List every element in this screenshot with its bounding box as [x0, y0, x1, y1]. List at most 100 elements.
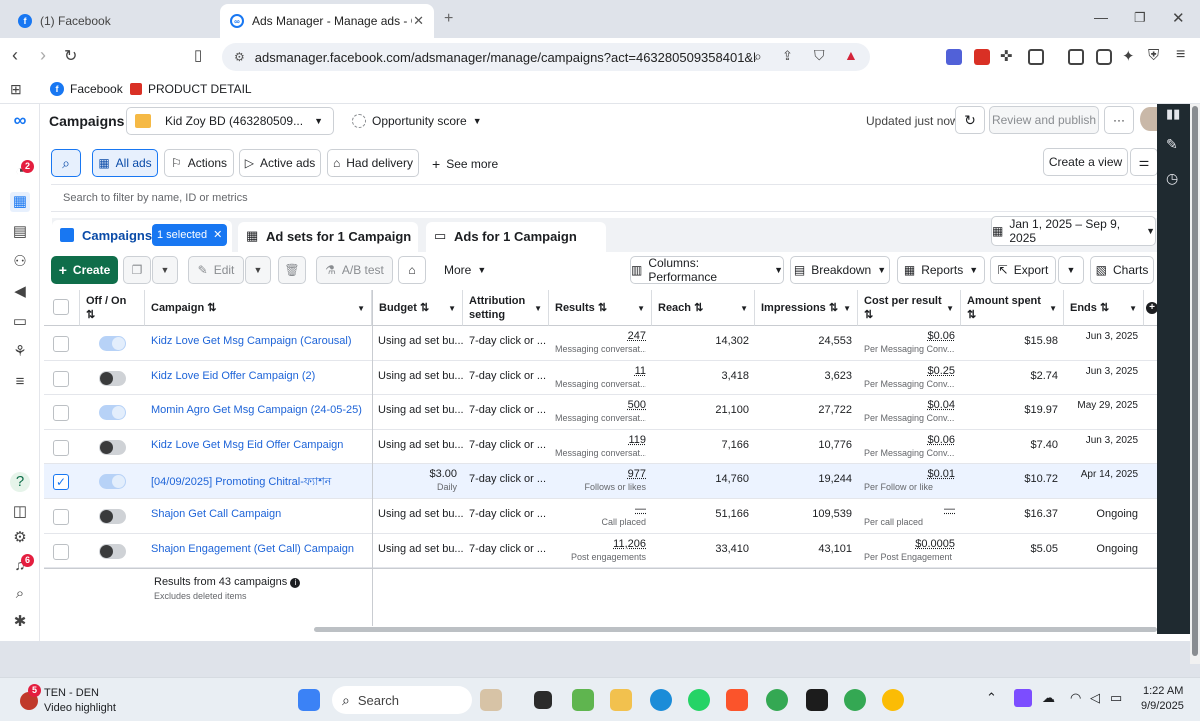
header-amount-spent[interactable]: Amount spent ⇅ ▼	[961, 290, 1064, 326]
campaign-toggle[interactable]	[99, 474, 126, 490]
columns-button[interactable]: ▥ Columns: Performance ▼	[630, 256, 784, 284]
minimize-icon[interactable]: —	[1094, 9, 1108, 25]
settings-icon[interactable]: ⚙	[10, 528, 30, 548]
tab-campaigns[interactable]: Campaigns 1 selected ✕	[52, 220, 232, 252]
chrome-profile-2-icon[interactable]	[882, 689, 904, 711]
campaign-toggle[interactable]	[99, 509, 126, 524]
header-onoff[interactable]: Off / On ⇅	[80, 290, 145, 326]
header-campaign[interactable]: Campaign ⇅ ▼	[145, 290, 372, 326]
row-checkbox[interactable]	[53, 405, 69, 422]
edit-button[interactable]: ✎ Edit	[188, 256, 244, 284]
cost-per-result-cell[interactable]: — Per call placed	[858, 499, 961, 533]
file-explorer-icon[interactable]	[610, 689, 632, 711]
leo-ai-icon[interactable]: ✦	[1122, 47, 1135, 65]
date-range-picker[interactable]: ▦ Jan 1, 2025 – Sep 9, 2025 ▼	[991, 216, 1156, 246]
cost-per-result-cell[interactable]: $0.01 Per Follow or like	[858, 464, 961, 498]
reload-icon[interactable]: ↻	[64, 46, 77, 66]
brave-rewards-icon[interactable]: ▲	[844, 47, 858, 63]
actions-filter[interactable]: ⚐ Actions	[164, 149, 234, 177]
clock-time[interactable]: 1:22 AM	[1143, 685, 1183, 697]
had-delivery-filter[interactable]: ⌂ Had delivery	[327, 149, 419, 177]
header-results[interactable]: Results ⇅ ▼	[549, 290, 652, 326]
bitwarden-icon[interactable]	[946, 49, 962, 65]
export-menu-button[interactable]: ▼	[1058, 256, 1084, 284]
reports-button[interactable]: ▦ Reports ▼	[897, 256, 985, 284]
row-checkbox[interactable]	[53, 509, 69, 525]
share-icon[interactable]: ⇪	[782, 48, 793, 64]
brave-shield-icon[interactable]: ⛉	[814, 47, 825, 64]
extensions-icon[interactable]: ✜	[1000, 47, 1013, 65]
chrome-profile-icon[interactable]	[844, 689, 866, 711]
windows-start-icon[interactable]	[298, 689, 320, 711]
widgets-icon[interactable]	[572, 689, 594, 711]
header-cost-per-result[interactable]: Cost per result ⇅ ▼	[858, 290, 961, 326]
active-ads-filter[interactable]: ▷ Active ads	[239, 149, 321, 177]
campaign-toggle[interactable]	[99, 543, 126, 559]
tab-facebook[interactable]: f (1) Facebook	[8, 4, 214, 38]
add-column-header[interactable]: +	[1144, 290, 1158, 326]
campaign-name-link[interactable]: [04/09/2025] Promoting Chitral-ফ্যাশন	[145, 464, 372, 498]
capcut-icon[interactable]	[806, 689, 828, 711]
create-view-button[interactable]: Create a view	[1043, 148, 1128, 176]
page-vertical-scrollbar[interactable]	[1190, 104, 1200, 664]
campaign-toggle[interactable]	[99, 336, 126, 351]
address-bar[interactable]: ⚙ adsmanager.facebook.com/adsmanager/man…	[222, 43, 870, 71]
select-all-checkbox[interactable]	[53, 299, 69, 315]
cost-per-result-cell[interactable]: $0.04 Per Messaging Conv...	[858, 395, 961, 429]
cost-per-result-cell[interactable]: $0.06 Per Messaging Conv...	[858, 430, 961, 464]
row-checkbox[interactable]: ✓	[53, 474, 69, 491]
row-checkbox[interactable]	[53, 439, 69, 456]
results-cell[interactable]: 119 Messaging conversat...	[549, 430, 652, 464]
results-cell[interactable]: 977 Follows or likes	[549, 464, 652, 498]
review-publish-button[interactable]: Review and publish	[989, 106, 1099, 134]
taskbar-search[interactable]: ⌕ Search	[332, 686, 472, 714]
see-more-filters[interactable]: + See more	[432, 156, 498, 172]
customize-button[interactable]: ⚌	[1130, 148, 1158, 176]
tab-ads-manager[interactable]: ∞ Ads Manager - Manage ads - Ca ✕	[220, 4, 434, 38]
billing-icon[interactable]: ▭	[10, 312, 30, 332]
cost-per-result-cell[interactable]: $0.25 Per Messaging Conv...	[858, 361, 961, 395]
more-actions-button[interactable]: More ▼	[444, 263, 486, 277]
refresh-button[interactable]: ↻	[955, 106, 985, 134]
campaigns-table-icon[interactable]: ▦	[10, 192, 30, 212]
vertical-scroll-thumb[interactable]	[1192, 106, 1198, 656]
campaign-name-link[interactable]: Shajon Get Call Campaign	[145, 499, 372, 533]
onedrive-icon[interactable]: ☁	[1042, 690, 1055, 706]
info-icon[interactable]: i	[290, 578, 301, 588]
advertising-icon[interactable]: ◀	[10, 282, 30, 302]
export-button[interactable]: ⇱ Export	[990, 256, 1056, 284]
reports-icon[interactable]: ▤	[10, 222, 30, 242]
zoom-icon[interactable]: ⌕	[754, 48, 762, 65]
table-row[interactable]: Shajon Engagement (Get Call) Campaign Usi…	[44, 533, 1157, 569]
campaign-name-link[interactable]: Shajon Engagement (Get Call) Campaign	[145, 534, 372, 568]
horizontal-scrollbar[interactable]	[44, 626, 1157, 634]
battery-icon[interactable]: ▭	[1110, 690, 1122, 706]
bookmark-product-detail[interactable]: PRODUCT DETAIL	[130, 82, 252, 96]
header-attribution[interactable]: Attribution setting ▼	[463, 290, 549, 326]
bookmark-icon[interactable]: ▯	[194, 46, 202, 64]
search-filter-bar[interactable]: Search to filter by name, ID or metrics	[51, 184, 1157, 212]
restore-icon[interactable]: ❐	[1134, 10, 1146, 26]
table-row[interactable]: Kidz Love Get Msg Campaign (Carousal) Usi…	[44, 326, 1157, 361]
search-icon[interactable]: ⌕	[10, 584, 30, 604]
results-cell[interactable]: 247 Messaging conversat...	[549, 326, 652, 360]
table-row[interactable]: Shajon Get Call Campaign Using ad set bu.…	[44, 499, 1157, 534]
charts-button[interactable]: ▧ Charts	[1090, 256, 1154, 284]
duplicate-menu-button[interactable]: ▼	[152, 256, 178, 284]
create-button[interactable]: + Create	[51, 256, 118, 284]
audiences-icon[interactable]: ⚇	[10, 252, 30, 272]
new-tab-icon[interactable]: +	[444, 10, 453, 28]
row-checkbox[interactable]	[53, 370, 69, 387]
header-budget[interactable]: Budget ⇅ ▼	[372, 290, 463, 326]
clock-date[interactable]: 9/9/2025	[1141, 700, 1184, 712]
campaign-toggle[interactable]	[99, 405, 126, 421]
feedback-icon[interactable]: ◫	[10, 502, 30, 522]
weather-widget[interactable]: 5 TEN - DEN Video highlight	[16, 684, 156, 716]
vpn-icon[interactable]: ⛨	[1148, 47, 1159, 64]
cost-per-result-cell[interactable]: $0.0005 Per Post Engagement	[858, 534, 961, 568]
bug-report-icon[interactable]: ✱	[10, 612, 30, 632]
header-ends[interactable]: Ends ⇅ ▼	[1064, 290, 1144, 326]
tab-ads[interactable]: ▭ Ads for 1 Campaign	[426, 222, 606, 252]
row-checkbox[interactable]	[53, 543, 69, 560]
tag-button[interactable]: ⌂	[398, 256, 426, 284]
